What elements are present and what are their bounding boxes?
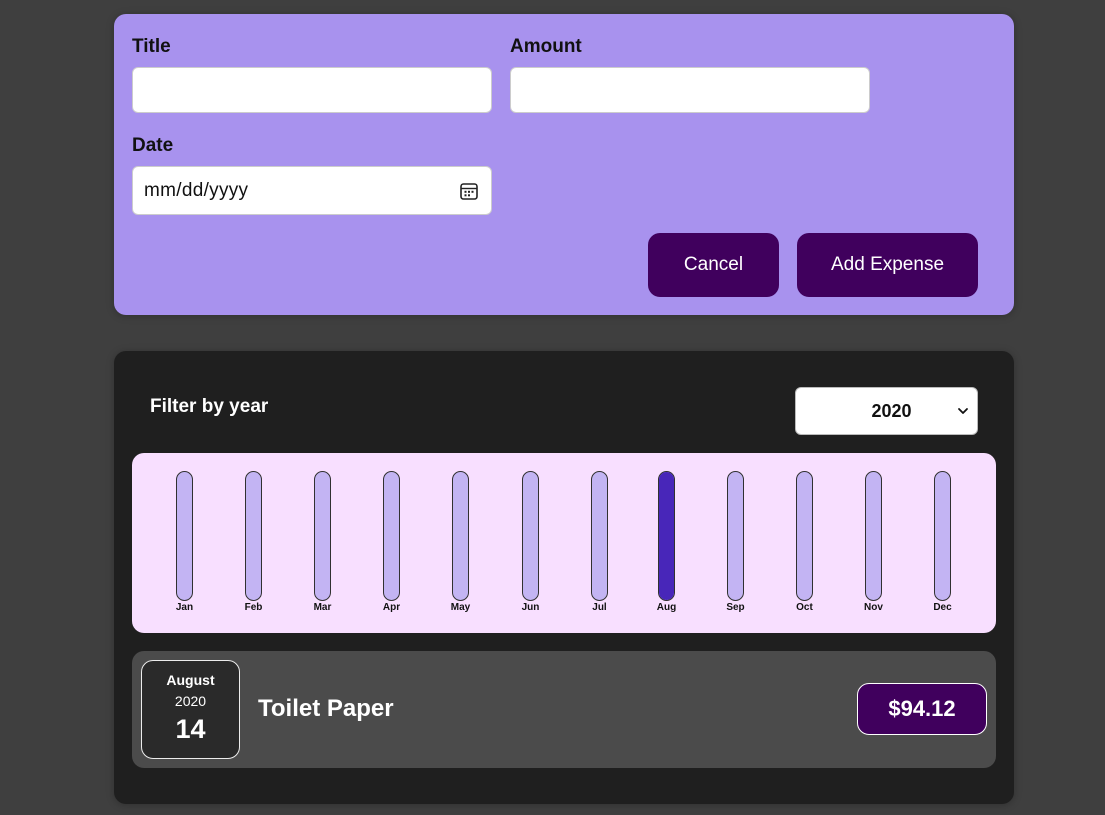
cancel-button[interactable]: Cancel xyxy=(648,233,779,297)
chart-bar-label: Feb xyxy=(244,602,263,613)
date-label: Date xyxy=(132,135,174,156)
expense-date-day: 14 xyxy=(175,714,206,744)
new-expense-form: Title Amount Date mm/dd/yyyy Cancel Add … xyxy=(114,14,1014,315)
expense-date-year: 2020 xyxy=(174,693,207,709)
chart-bar-track xyxy=(658,471,675,601)
chart-bar-label: Mar xyxy=(313,602,332,613)
amount-label: Amount xyxy=(510,36,582,57)
chart-bar-track xyxy=(245,471,262,601)
expense-title: Toilet Paper xyxy=(258,695,394,722)
add-expense-button[interactable]: Add Expense xyxy=(797,233,978,297)
year-select-value: 2020 xyxy=(871,400,912,421)
expenses-chart: Jan Feb Mar Apr May Jun Jul Aug Sep Oct Nov Dec xyxy=(132,453,996,633)
chart-bar-label: Oct xyxy=(796,602,813,613)
chart-bar-track xyxy=(591,471,608,601)
expense-date: August 2020 14 xyxy=(141,660,240,759)
chart-bar-label: Jul xyxy=(592,602,607,613)
filter-by-year-label: Filter by year xyxy=(150,396,269,417)
expenses-card: Filter by year 2020 Jan Feb Mar Apr May Jun Ju… xyxy=(114,351,1014,804)
chevron-down-icon xyxy=(958,408,968,414)
chart-bar-track xyxy=(176,471,193,601)
chart-bar-track xyxy=(934,471,951,601)
amount-input[interactable] xyxy=(510,67,870,113)
chart-bar-track xyxy=(522,471,539,601)
title-label: Title xyxy=(132,36,171,57)
chart-bar-fill xyxy=(659,472,674,600)
chart-bar-track xyxy=(314,471,331,601)
chart-bar-track xyxy=(865,471,882,601)
expense-date-month: August xyxy=(166,672,215,688)
calendar-icon[interactable] xyxy=(459,181,479,201)
chart-bar-label: May xyxy=(450,602,471,613)
chart-bar-track xyxy=(727,471,744,601)
chart-bar-label: Nov xyxy=(864,602,883,613)
chart-bar-label: Dec xyxy=(933,602,952,613)
date-placeholder: mm/dd/yyyy xyxy=(144,179,249,201)
chart-bar-label: Jan xyxy=(175,602,194,613)
chart-bar-track xyxy=(796,471,813,601)
date-input[interactable]: mm/dd/yyyy xyxy=(132,166,492,215)
chart-bar-track xyxy=(383,471,400,601)
chart-bar-label: Sep xyxy=(726,602,745,613)
chart-bar-track xyxy=(452,471,469,601)
expense-item: August 2020 14 Toilet Paper $94.12 xyxy=(132,651,996,768)
chart-bar-label: Aug xyxy=(656,602,677,613)
chart-bar-label: Jun xyxy=(521,602,540,613)
expense-price: $94.12 xyxy=(857,683,987,735)
year-select[interactable]: 2020 xyxy=(795,387,978,435)
title-input[interactable] xyxy=(132,67,492,113)
chart-bar-label: Apr xyxy=(382,602,401,613)
